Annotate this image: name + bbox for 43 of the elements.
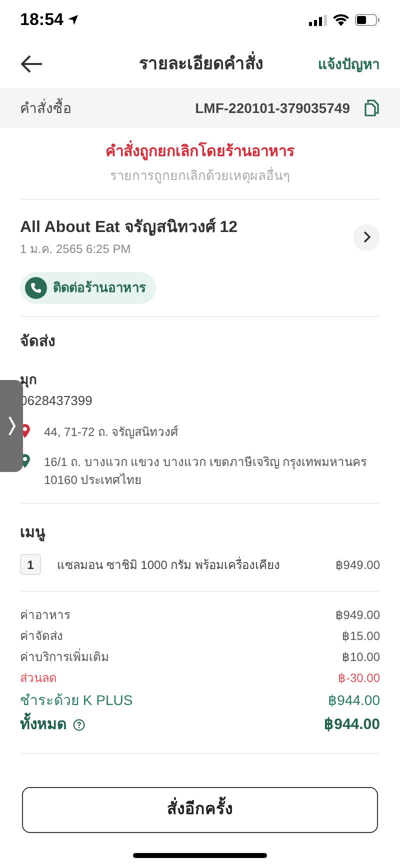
chevron-right-icon: [8, 415, 16, 437]
customer-name: มุก: [20, 370, 38, 389]
summary-value: ฿944.00: [328, 691, 380, 710]
back-arrow-icon: [21, 55, 43, 73]
summary-label: ค่าบริการเพิ่มเติม: [20, 648, 109, 666]
summary-value: ฿949.00: [335, 607, 380, 624]
contact-restaurant-button[interactable]: ติดต่อร้านอาหาร: [20, 272, 156, 304]
cancel-reason: รายการถูกยกเลิกด้วยเหตุผลอื่นๆ: [110, 166, 290, 185]
report-problem-link[interactable]: แจ้งปัญหา: [318, 54, 380, 74]
chevron-right-icon: [362, 231, 370, 243]
signal-icon: [309, 14, 327, 26]
summary-label: ทั้งหมด: [20, 714, 67, 736]
menu-item-name: แซลมอน ซาชิมิ 1000 กรัม พร้อมเครื่องเคียง: [57, 556, 282, 574]
summary-label: ค่าอาหาร: [20, 607, 70, 624]
page-title: รายละเอียดคำสั่ง: [139, 51, 263, 77]
status-time: 18:54: [20, 9, 64, 32]
battery-icon: [355, 14, 380, 26]
wifi-icon: [333, 14, 349, 26]
summary-value: ฿944.00: [324, 715, 380, 735]
copy-icon: [364, 99, 380, 117]
quantity-badge: 1: [20, 554, 41, 575]
cancel-title: คำสั่งถูกยกเลิกโดยร้านอาหาร: [106, 141, 294, 164]
summary-label: ส่วนลด: [20, 670, 57, 687]
summary-label: ค่าจัดส่ง: [20, 628, 63, 645]
summary-value: ฿-30.00: [338, 670, 380, 687]
order-label: คำสั่งซื้อ: [20, 98, 71, 118]
phone-icon: [25, 277, 47, 299]
delivery-heading: จัดส่ง: [20, 332, 56, 352]
delivery-address: 44, 71-72 ถ. จรัญสนิทวงศ์: [44, 424, 179, 440]
restaurant-name: All About Eat จรัญสนิทวงศ์ 12: [20, 216, 238, 238]
order-number: LMF-220101-379035749: [195, 98, 350, 118]
menu-item-price: ฿949.00: [335, 556, 380, 574]
summary-value: ฿15.00: [342, 628, 380, 645]
menu-heading: เมนู: [20, 522, 46, 544]
reorder-button[interactable]: สั่งอีกครั้ง: [22, 786, 378, 832]
location-arrow-icon: [67, 14, 80, 26]
restaurant-details-button[interactable]: [353, 224, 380, 250]
summary-label: ชำระด้วย K PLUS: [20, 691, 133, 710]
summary-value: ฿10.00: [342, 649, 380, 666]
copy-button[interactable]: [364, 99, 380, 117]
help-icon[interactable]: [73, 719, 85, 732]
delivery-address: 16/1 ถ. บางแวก แขวง บางแวก เขตภาษีเจริญ กรุงเทพมหานคร 10160 ประเทศไทย: [44, 454, 368, 488]
order-datetime: 1 ม.ค. 2565 6:25 PM: [20, 241, 132, 258]
